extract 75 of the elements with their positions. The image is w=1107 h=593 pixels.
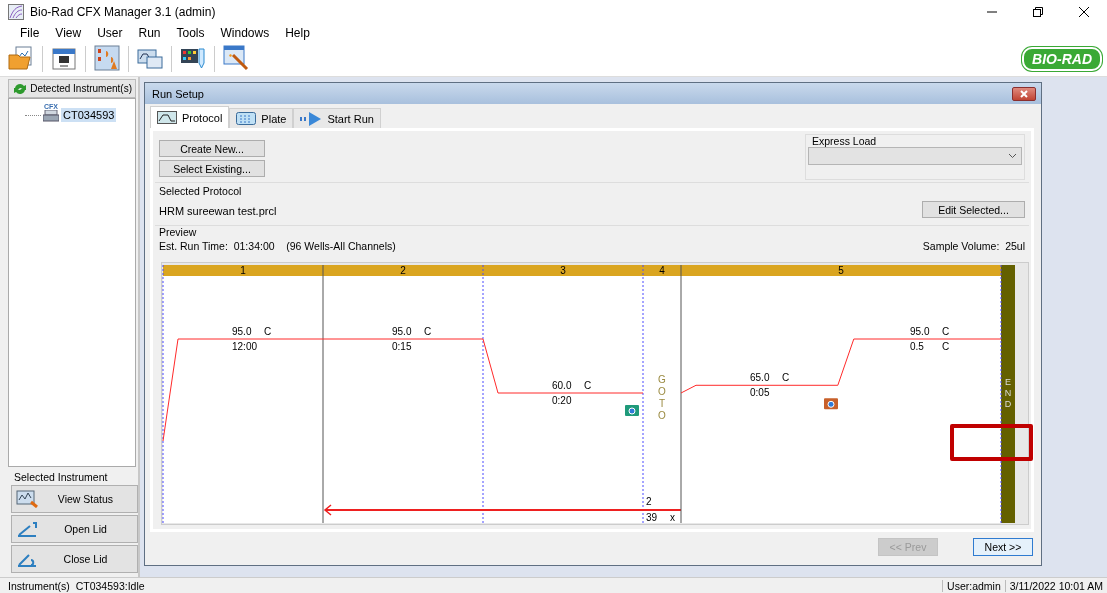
group-title: Preview	[159, 226, 198, 238]
unit-label: C	[942, 341, 950, 352]
temperature-label: 95.0	[232, 326, 252, 337]
goto-target: 2	[646, 496, 652, 507]
menu-item[interactable]: Tools	[168, 26, 213, 40]
plate-tube-icon	[180, 45, 206, 71]
temperature-label: 95.0	[392, 326, 412, 337]
dialog-close-button[interactable]	[1012, 86, 1036, 101]
select-existing-button[interactable]: Select Existing...	[159, 160, 265, 177]
tab[interactable]: Plate	[229, 108, 294, 128]
end-label: END	[1004, 377, 1012, 409]
company-logo: BIO-RAD	[1022, 47, 1102, 71]
tab[interactable]: Start Run	[293, 108, 381, 128]
increment-label: 0.5	[910, 341, 924, 352]
status-user: User:admin	[942, 580, 1005, 592]
menu-item[interactable]: View	[47, 26, 90, 40]
instrument-icon	[43, 110, 59, 122]
unit-label: C	[942, 326, 950, 337]
create-new-button[interactable]: Create New...	[159, 140, 265, 157]
temperature-label: 65.0	[750, 372, 770, 384]
restore-icon	[1033, 7, 1043, 17]
time-label: 0:15	[392, 341, 412, 352]
time-label: 12:00	[232, 341, 258, 352]
detected-instruments-button[interactable]: Detected Instrument(s)	[8, 79, 136, 98]
run-time-text: Est. Run Time: 01:34:00	[159, 240, 275, 252]
magnifier-chart-icon	[16, 490, 38, 508]
step-number: 2	[400, 265, 406, 276]
wells-text: (96 Wells-All Channels)	[286, 240, 396, 252]
play-arrow-icon	[300, 111, 323, 126]
group-title: Selected Protocol	[159, 185, 243, 197]
instrument-item[interactable]: CT034593	[61, 108, 117, 122]
protocol-file-name: HRM sureewan test.prcl	[159, 205, 277, 217]
menu-item[interactable]: Run	[130, 26, 169, 40]
chevron-down-icon	[1008, 153, 1017, 159]
close-icon	[1020, 89, 1028, 98]
open-lid-icon	[16, 520, 38, 538]
menu-item[interactable]: File	[12, 26, 48, 40]
edit-selected-button[interactable]: Edit Selected...	[922, 201, 1025, 218]
nav-button[interactable]: Next >>	[973, 538, 1033, 556]
protocol-trace-icon	[157, 111, 177, 124]
unit-label: C	[584, 380, 592, 391]
unit-label: C	[264, 326, 272, 337]
time-label: 0:05	[750, 387, 770, 399]
status-text: Instrument(s) CT034593:Idle	[7, 580, 146, 592]
unit-label: C	[424, 326, 432, 337]
plate-icon	[236, 112, 257, 125]
instrument-action-button[interactable]: View Status	[11, 485, 138, 513]
instrument-action-button[interactable]: Open Lid	[11, 515, 138, 543]
menu-item[interactable]: Windows	[212, 26, 278, 40]
step-number: 5	[838, 265, 844, 276]
cycle-count: 39	[646, 512, 658, 523]
temperature-label: 60.0	[552, 380, 572, 391]
unit-label: C	[782, 372, 790, 384]
group-title: Express Load	[811, 135, 878, 147]
step-number: 1	[240, 265, 246, 276]
folder-icon	[8, 45, 34, 71]
refresh-icon	[12, 81, 27, 96]
step-number: 4	[659, 265, 665, 276]
close-icon	[1079, 7, 1089, 17]
window-title: Bio-Rad CFX Manager 3.1 (admin)	[30, 5, 217, 19]
menu-item[interactable]: User	[89, 26, 131, 40]
sample-volume-text: Sample Volume: 25ul	[922, 240, 1025, 252]
status-datetime: 3/11/2022 10:01 AM	[1004, 580, 1107, 592]
menu-item[interactable]: Help	[277, 26, 318, 40]
wand-icon	[223, 45, 249, 71]
dialog-title: Run Setup	[152, 87, 205, 100]
goto-label: GOTO	[658, 374, 666, 421]
app-icon	[8, 4, 24, 20]
group-title: Selected Instrument	[14, 471, 109, 483]
temperature-label: 95.0	[910, 326, 930, 337]
cycle-unit: x	[670, 512, 675, 523]
step-number: 3	[560, 265, 566, 276]
tab[interactable]: Protocol	[150, 106, 230, 128]
time-label: 0:20	[552, 395, 572, 406]
instrument-action-button[interactable]: Close Lid	[11, 545, 138, 573]
